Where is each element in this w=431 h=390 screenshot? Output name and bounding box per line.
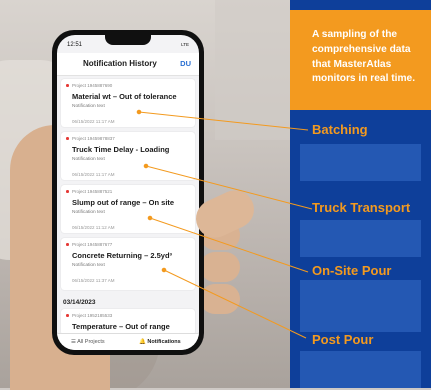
callout-line-postpour: [163, 269, 307, 339]
callout-line-onsite: [149, 217, 309, 273]
callout-line-truck: [145, 165, 313, 210]
callout-dot: [161, 267, 167, 273]
callout-line-batching: [138, 111, 309, 131]
callout-dot: [143, 163, 149, 169]
callout-dot: [147, 215, 153, 221]
callout-lines: [136, 109, 313, 339]
callout-dot: [136, 109, 142, 115]
